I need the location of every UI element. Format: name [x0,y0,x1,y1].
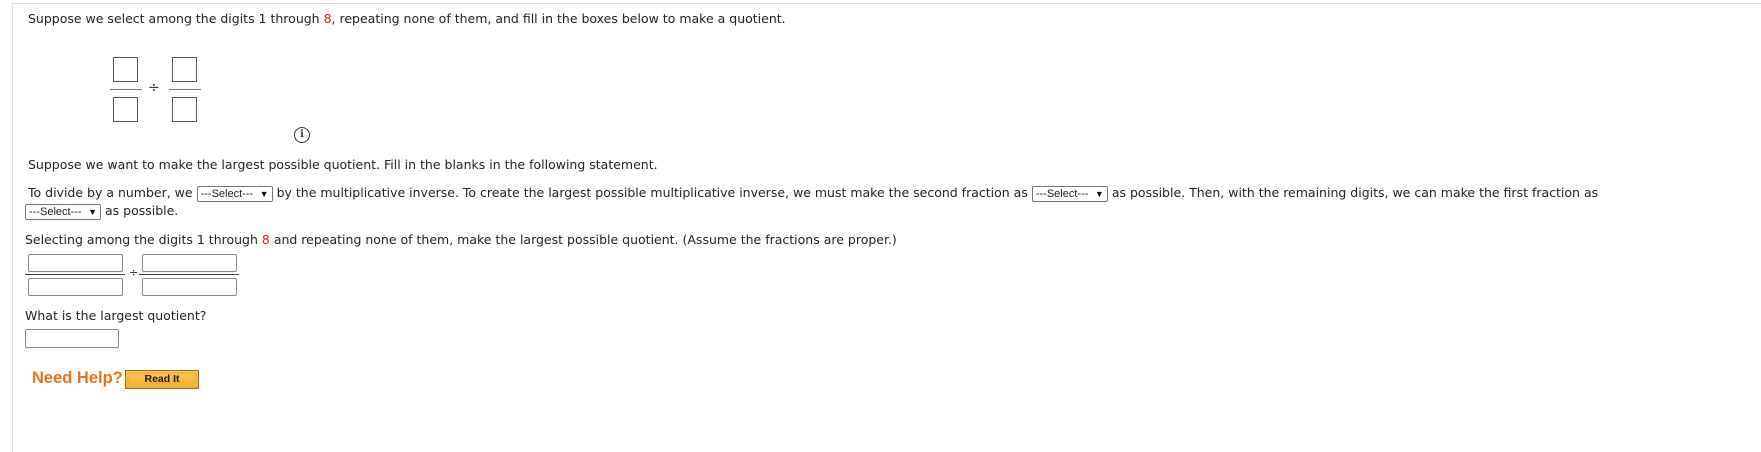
intro-max-digit: 8 [323,11,332,26]
statement-s4: as possible. [104,203,179,218]
statement-s3: as possible. Then, with the remaining di… [1111,185,1599,200]
read-it-button[interactable]: Read It [125,370,199,389]
question-content: Suppose we select among the digits 1 thr… [25,0,1761,452]
prompt-statement: Suppose we want to make the largest poss… [28,157,658,172]
statement-s2: by the multiplicative inverse. To create… [276,185,1028,200]
need-help-title: Need Help? [32,369,123,387]
answer-divide-symbol: ÷ [129,266,139,279]
answer-fraction-bar-1 [25,274,125,275]
example-fraction-bar-2 [169,89,201,90]
select-operation[interactable]: ---Select--- ▼ [196,185,273,202]
largest-quotient-input[interactable] [25,329,119,348]
statement-line-2: ---Select--- ▼ as possible. [25,203,178,220]
chevron-down-icon: ▼ [88,206,97,217]
select-second-fraction[interactable]: ---Select--- ▼ [1031,185,1108,202]
example-numerator-2 [172,57,197,82]
answer-numerator-2-input[interactable] [142,254,237,272]
example-denominator-1 [113,97,138,122]
select-second-fraction-value: ---Select--- [1035,187,1089,200]
answer-denominator-1-input[interactable] [28,278,123,296]
example-denominator-2 [172,97,197,122]
selecting-text: Selecting among the digits 1 through 8 a… [25,232,897,247]
chevron-down-icon: ▼ [1094,188,1104,199]
left-border [12,4,13,452]
example-fraction-bar-1 [110,89,142,90]
info-icon[interactable]: i [294,127,310,143]
intro-text: Suppose we select among the digits 1 thr… [28,11,786,26]
select-first-fraction-value: ---Select--- [29,205,82,218]
selecting-part2: and repeating none of them, make the lar… [269,232,897,247]
example-divide-symbol: ÷ [148,80,160,96]
selecting-part1: Selecting among the digits 1 through [25,232,262,247]
answer-denominator-2-input[interactable] [142,278,237,296]
chevron-down-icon: ▼ [259,188,269,199]
selecting-max-digit: 8 [261,232,270,247]
answer-numerator-1-input[interactable] [28,254,123,272]
intro-part1: Suppose we select among the digits 1 thr… [28,11,324,26]
example-numerator-1 [113,57,138,82]
select-first-fraction[interactable]: ---Select--- ▼ [25,203,101,220]
intro-part2: , repeating none of them, and fill in th… [331,11,786,26]
largest-quotient-question: What is the largest quotient? [25,308,207,323]
select-operation-value: ---Select--- [200,187,254,200]
statement-line-1: To divide by a number, we ---Select--- ▼ … [28,185,1598,202]
statement-s1: To divide by a number, we [28,185,193,200]
answer-fraction-bar-2 [139,274,239,275]
